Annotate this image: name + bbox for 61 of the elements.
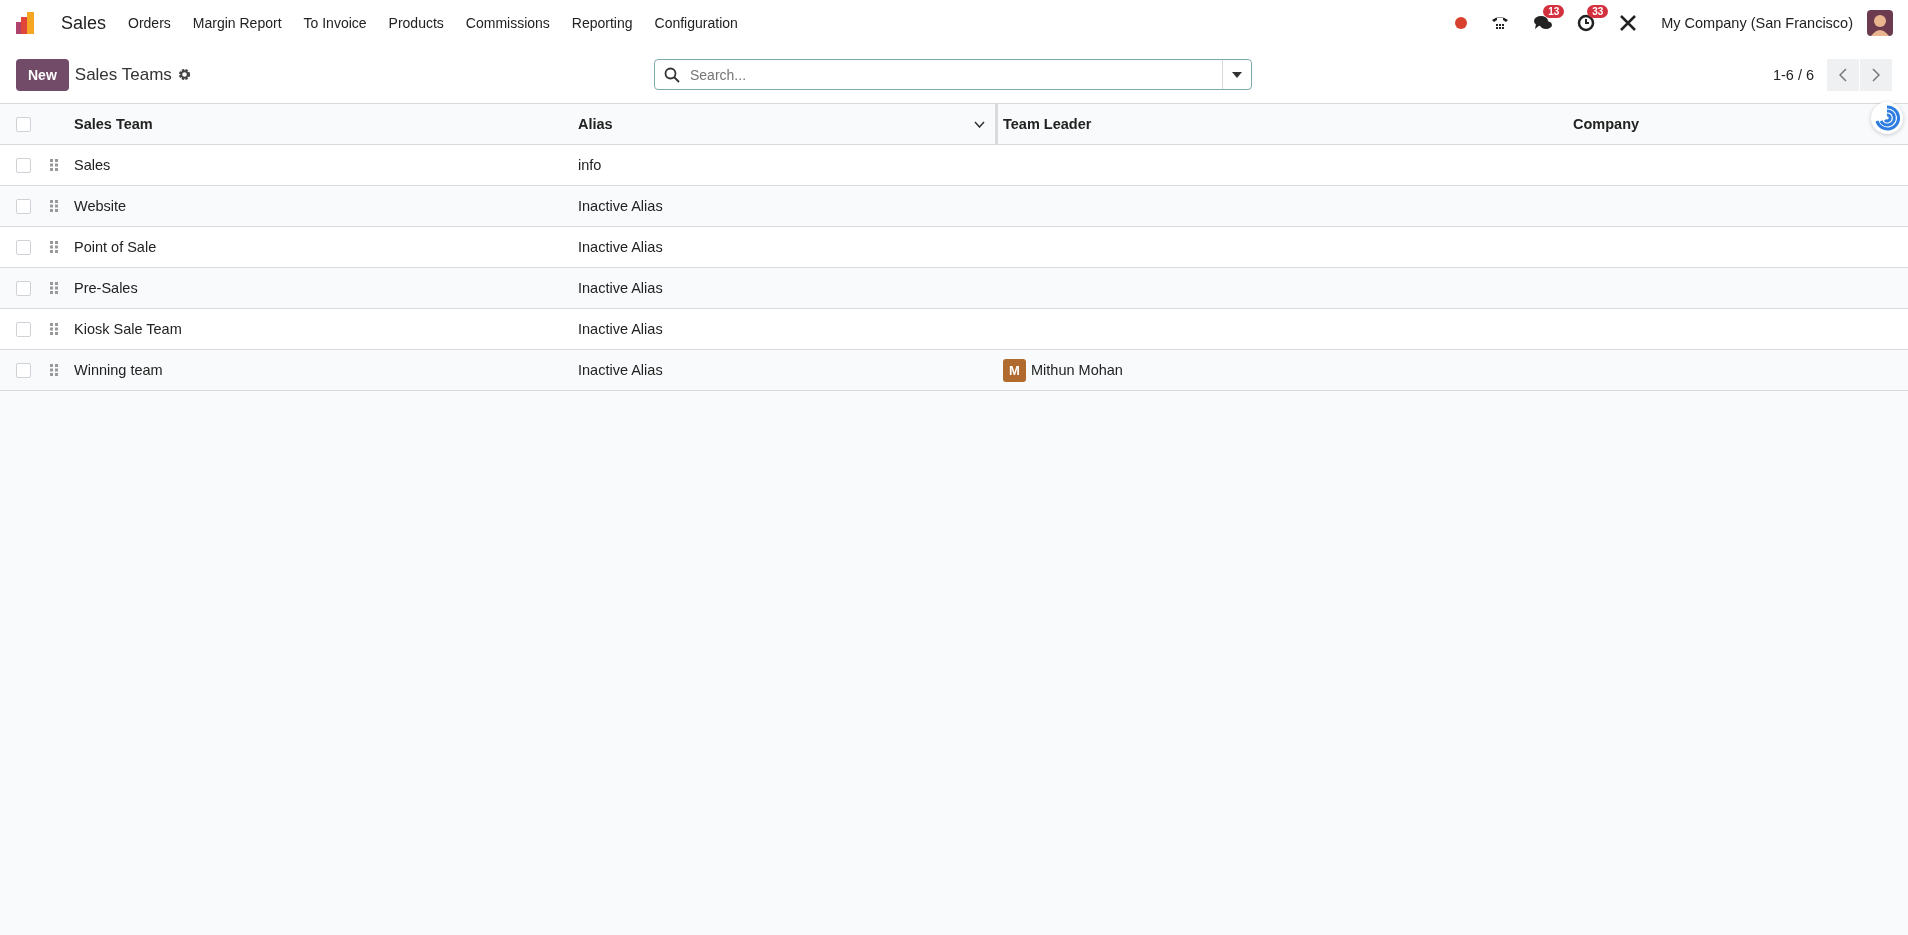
select-all-checkbox[interactable]	[16, 116, 31, 132]
notification-badge: 33	[1587, 5, 1609, 18]
next-button[interactable]	[1860, 58, 1892, 91]
pager-value[interactable]: 1-6 / 6	[1772, 66, 1814, 83]
chevron-right-icon	[1872, 67, 1880, 82]
user-avatar: M	[1003, 358, 1026, 382]
table-cell: Kiosk Sale Team	[74, 321, 182, 337]
menu-item[interactable]: To Invoice	[303, 15, 367, 31]
table-cell: Winning team	[74, 362, 163, 378]
drag-handle-icon[interactable]	[50, 159, 58, 171]
table-cell: Sales	[74, 157, 111, 173]
row-checkbox[interactable]	[16, 280, 31, 296]
company-switcher[interactable]: My Company (San Francisco)	[1661, 15, 1853, 31]
table-cell: Mithun Mohan	[1031, 362, 1123, 378]
gear-icon[interactable]	[177, 68, 191, 81]
row-checkbox[interactable]	[16, 239, 31, 255]
previous-button[interactable]	[1827, 58, 1859, 91]
chevron-down-icon[interactable]	[974, 120, 985, 128]
row-checkbox[interactable]	[16, 198, 31, 214]
table-cell: Inactive Alias	[578, 362, 663, 378]
table-cell: Point of Sale	[74, 239, 157, 255]
menu-item[interactable]: Products	[388, 15, 444, 31]
clock-icon[interactable]	[1577, 14, 1596, 32]
new-button[interactable]: New	[16, 58, 69, 91]
row-checkbox[interactable]	[16, 157, 31, 173]
spiral-icon[interactable]	[1870, 101, 1904, 135]
menu-item[interactable]: Margin Report	[192, 15, 282, 31]
table-cell: Pre-Sales	[74, 280, 138, 296]
column-header[interactable]: Company	[1573, 116, 1640, 132]
row-checkbox[interactable]	[16, 321, 31, 337]
chevron-left-icon	[1839, 67, 1847, 82]
row-checkbox[interactable]	[16, 362, 31, 378]
drag-handle-icon[interactable]	[50, 200, 58, 212]
caret-icon	[1232, 71, 1242, 78]
app-name[interactable]: Sales	[61, 12, 107, 34]
table-cell: Inactive Alias	[578, 198, 663, 214]
table-cell: info	[578, 157, 602, 173]
drag-handle-icon[interactable]	[50, 282, 58, 294]
drag-handle-icon[interactable]	[50, 364, 58, 376]
table-cell: Inactive Alias	[578, 321, 663, 337]
menu-item[interactable]: Commissions	[465, 15, 550, 31]
search-icon	[664, 66, 680, 83]
menu-item[interactable]: Orders	[128, 15, 171, 31]
phone-icon[interactable]	[1491, 14, 1510, 32]
column-header[interactable]: Sales Team	[74, 116, 153, 132]
column-header[interactable]: Alias	[578, 116, 613, 132]
column-header[interactable]: Team Leader	[1003, 116, 1092, 132]
status-dot-icon[interactable]	[1455, 17, 1468, 29]
table-cell: Inactive Alias	[578, 280, 663, 296]
chat-icon[interactable]	[1533, 14, 1554, 32]
table-cell: Inactive Alias	[578, 239, 663, 255]
user-avatar-icon[interactable]	[1867, 10, 1893, 36]
page-title: Sales Teams	[74, 64, 172, 85]
menu-item[interactable]: Reporting	[571, 15, 633, 31]
menu-item[interactable]: Configuration	[654, 15, 738, 31]
notification-badge: 13	[1543, 5, 1565, 18]
search-bar[interactable]: Search...	[654, 59, 1252, 90]
drag-handle-icon[interactable]	[50, 241, 58, 253]
drag-handle-icon[interactable]	[50, 323, 58, 335]
bar-chart-icon[interactable]	[15, 12, 37, 34]
table-cell: Website	[74, 198, 127, 214]
